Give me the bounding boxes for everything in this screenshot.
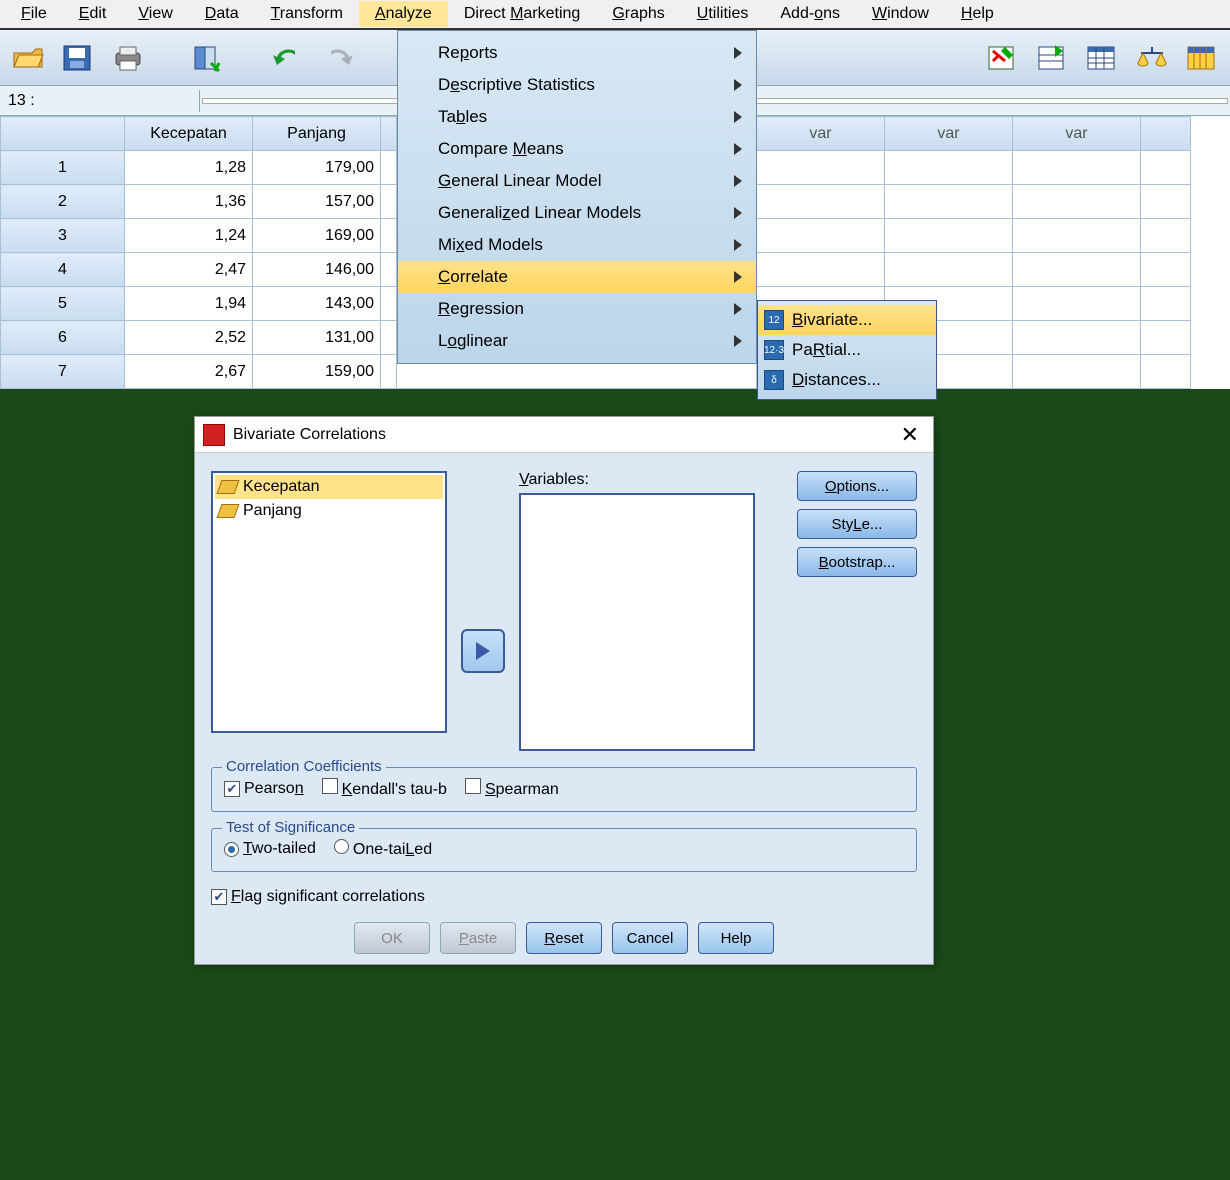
pearson-checkbox[interactable]: ✔Pearson [224, 780, 304, 798]
correlate-submenu: 12Bivariate... 12·3PaRtial... δDistances… [757, 300, 937, 400]
test-of-sig-group: Test of Significance Two-tailed One-taiL… [211, 828, 917, 872]
variables-label: Variables: [519, 471, 755, 489]
grid-icon[interactable] [1182, 38, 1222, 78]
col-var-3[interactable]: var [885, 117, 1013, 151]
submenu-distances[interactable]: δDistances... [758, 365, 936, 395]
source-variables-list[interactable]: Kecepatan Panjang [211, 471, 447, 733]
menu-glm[interactable]: General Linear Model [398, 165, 756, 197]
one-tailed-radio[interactable]: One-taiLed [334, 839, 432, 859]
col-kecepatan[interactable]: Kecepatan [125, 117, 253, 151]
cancel-button[interactable]: Cancel [612, 922, 688, 954]
kendall-checkbox[interactable]: Kendall's tau-b [322, 778, 447, 799]
dataset-icon[interactable] [188, 38, 228, 78]
reset-button[interactable]: Reset [526, 922, 602, 954]
open-icon[interactable] [8, 38, 48, 78]
chevron-right-icon [734, 239, 742, 251]
cell-address: 13 : [0, 90, 200, 112]
chevron-right-icon [734, 303, 742, 315]
variables-icon[interactable] [1032, 38, 1072, 78]
bootstrap-button[interactable]: Bootstrap... [797, 547, 917, 577]
submenu-partial[interactable]: 12·3PaRtial... [758, 335, 936, 365]
menu-view[interactable]: View [122, 1, 188, 27]
menu-data[interactable]: Data [189, 1, 255, 27]
menu-regression[interactable]: Regression [398, 293, 756, 325]
menu-compare-means[interactable]: Compare Means [398, 133, 756, 165]
menu-help[interactable]: Help [945, 1, 1010, 27]
chevron-right-icon [734, 175, 742, 187]
list-item[interactable]: Panjang [215, 499, 443, 523]
menu-reports[interactable]: Reports [398, 37, 756, 69]
save-icon[interactable] [58, 38, 98, 78]
flag-sig-checkbox[interactable]: ✔Flag significant correlations [211, 888, 425, 906]
submenu-bivariate[interactable]: 12Bivariate... [758, 305, 936, 335]
redo-icon[interactable] [318, 38, 358, 78]
distances-icon: δ [764, 370, 784, 390]
menu-transform[interactable]: Transform [255, 1, 359, 27]
menu-analyze[interactable]: Analyze [359, 1, 448, 27]
menu-gzm[interactable]: Generalized Linear Models [398, 197, 756, 229]
tos-legend: Test of Significance [222, 819, 359, 836]
menu-descriptive-stats[interactable]: Descriptive Statistics [398, 69, 756, 101]
go-to-icon[interactable] [982, 38, 1022, 78]
target-variables-list[interactable] [519, 493, 755, 751]
options-button[interactable]: Options... [797, 471, 917, 501]
col-panjang[interactable]: Panjang [253, 117, 381, 151]
chevron-right-icon [734, 111, 742, 123]
chevron-right-icon [734, 79, 742, 91]
menu-tables[interactable]: Tables [398, 101, 756, 133]
menu-direct-marketing[interactable]: Direct Marketing [448, 1, 596, 27]
menu-addons[interactable]: Add-ons [764, 1, 856, 27]
col-hidden[interactable] [381, 117, 397, 151]
cc-legend: Correlation Coefficients [222, 758, 386, 775]
menu-utilities[interactable]: Utilities [681, 1, 765, 27]
menu-correlate[interactable]: Correlate [398, 261, 756, 293]
weight-icon[interactable] [1132, 38, 1172, 78]
paste-button[interactable]: Paste [440, 922, 516, 954]
dialog-title: Bivariate Correlations [233, 426, 386, 444]
menu-loglinear[interactable]: Loglinear [398, 325, 756, 357]
table-icon[interactable] [1082, 38, 1122, 78]
row-header-blank [1, 117, 125, 151]
print-icon[interactable] [108, 38, 148, 78]
arrow-right-icon [476, 642, 490, 660]
chevron-right-icon [734, 143, 742, 155]
style-button[interactable]: StyLe... [797, 509, 917, 539]
menu-file[interactable]: File [5, 1, 63, 27]
scale-icon [216, 504, 239, 518]
analyze-dropdown: Reports Descriptive Statistics Tables Co… [397, 30, 757, 364]
col-var-5[interactable] [1141, 117, 1191, 151]
chevron-right-icon [734, 271, 742, 283]
menu-window[interactable]: Window [856, 1, 945, 27]
ok-button[interactable]: OK [354, 922, 430, 954]
scale-icon [216, 480, 239, 494]
undo-icon[interactable] [268, 38, 308, 78]
bivariate-dialog: Bivariate Correlations ✕ Kecepatan Panja… [194, 416, 934, 965]
menu-mixed[interactable]: Mixed Models [398, 229, 756, 261]
list-item[interactable]: Kecepatan [215, 475, 443, 499]
chevron-right-icon [734, 47, 742, 59]
help-button[interactable]: Help [698, 922, 774, 954]
correlation-coeff-group: Correlation Coefficients ✔Pearson Kendal… [211, 767, 917, 812]
menu-graphs[interactable]: Graphs [596, 1, 680, 27]
partial-icon: 12·3 [764, 340, 784, 360]
col-var-2[interactable]: var [757, 117, 885, 151]
dialog-icon [203, 424, 225, 446]
chevron-right-icon [734, 335, 742, 347]
chevron-right-icon [734, 207, 742, 219]
menubar: File Edit View Data Transform Analyze Di… [0, 0, 1230, 30]
spearman-checkbox[interactable]: Spearman [465, 778, 559, 799]
move-right-button[interactable] [461, 629, 505, 673]
menu-edit[interactable]: Edit [63, 1, 123, 27]
bivariate-icon: 12 [764, 310, 784, 330]
two-tailed-radio[interactable]: Two-tailed [224, 840, 316, 858]
close-icon[interactable]: ✕ [895, 422, 925, 448]
col-var-4[interactable]: var [1013, 117, 1141, 151]
